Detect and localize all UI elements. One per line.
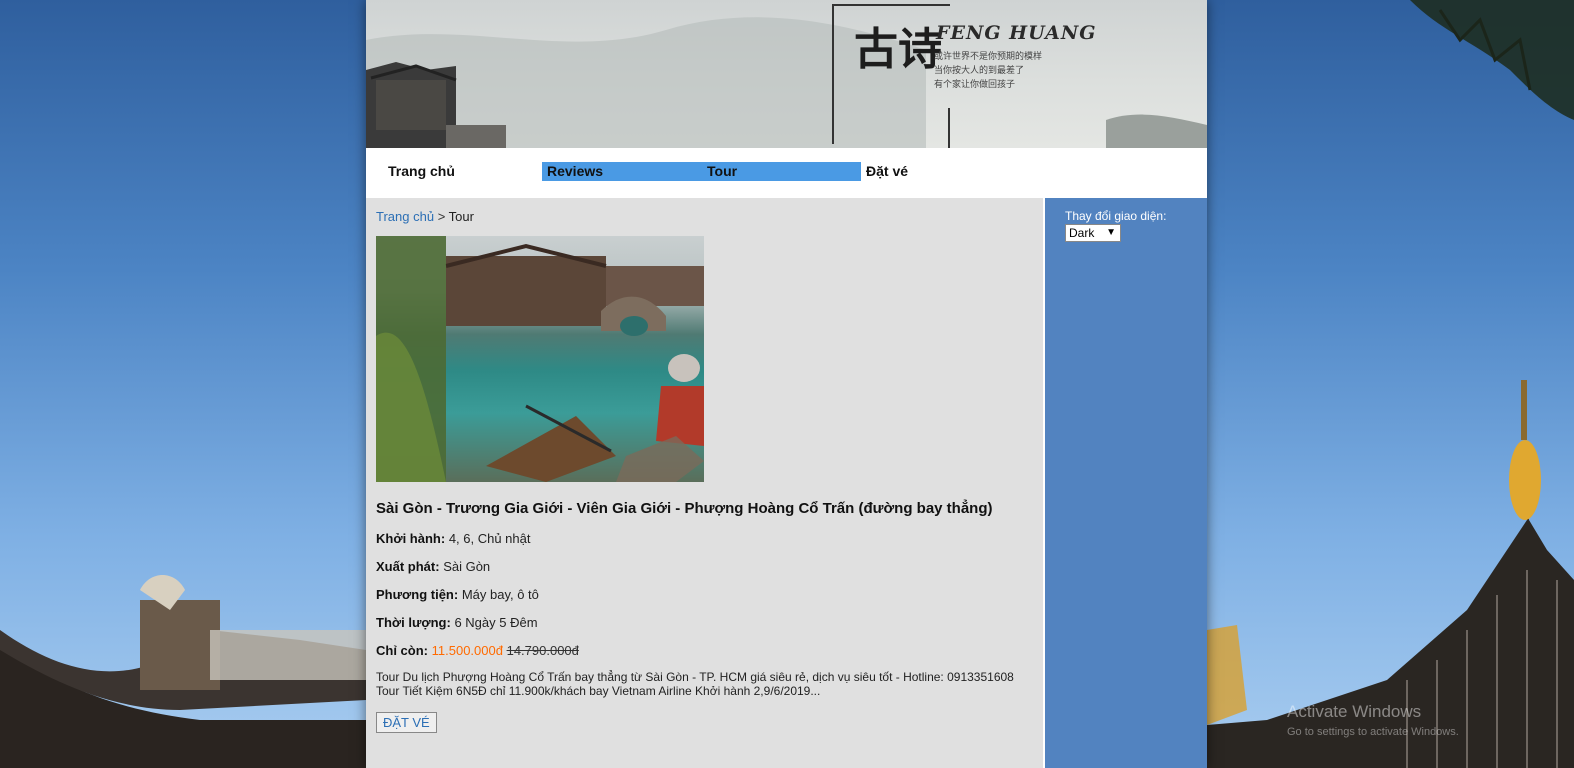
nav-item-book[interactable]: Đặt vé bbox=[861, 162, 981, 181]
left-pagoda-roof-image bbox=[0, 575, 366, 768]
main-nav: Trang chủ Reviews Tour Đặt vé bbox=[366, 148, 1207, 198]
depart-days-label: Khởi hành: bbox=[376, 531, 446, 546]
nav-item-home[interactable]: Trang chủ bbox=[383, 162, 538, 181]
sidebar: Thay đổi giao diện: Dark ▼ bbox=[1045, 198, 1207, 768]
breadcrumb-separator: > bbox=[437, 209, 446, 224]
depart-days-value: 4, 6, Chủ nhật bbox=[448, 531, 531, 546]
windows-activation-hint: Go to settings to activate Windows. bbox=[1287, 726, 1459, 738]
banner-calligraphy: 古诗 bbox=[854, 24, 942, 75]
breadcrumb: Trang chủ > Tour bbox=[376, 209, 1033, 224]
main-content: Trang chủ > Tour Sài Gòn - Trương Gia Gi… bbox=[366, 198, 1043, 768]
depart-days-row: Khởi hành: 4, 6, Chủ nhật bbox=[376, 531, 1033, 546]
nav-item-reviews[interactable]: Reviews bbox=[542, 162, 702, 181]
breadcrumb-current: Tour bbox=[448, 209, 474, 224]
tour-photo[interactable] bbox=[376, 236, 704, 482]
windows-activation-watermark: Activate Windows bbox=[1287, 702, 1422, 721]
banner-poem-line-3: 有个家让你做回孩子 bbox=[934, 80, 1016, 90]
tour-description: Tour Du lịch Phượng Hoàng Cổ Trấn bay th… bbox=[376, 670, 1014, 698]
origin-value: Sài Gòn bbox=[443, 559, 491, 574]
breadcrumb-home-link[interactable]: Trang chủ bbox=[376, 209, 434, 224]
duration-label: Thời lượng: bbox=[376, 615, 451, 630]
nav-item-tour[interactable]: Tour bbox=[702, 162, 861, 181]
tree-branches-image bbox=[1410, 0, 1574, 120]
book-button[interactable]: ĐẶT VÉ bbox=[376, 712, 437, 733]
banner-frame-decoration-2 bbox=[948, 108, 950, 148]
header-banner: 古诗 FENG HUANG 或许世界不是你预期的模样 当你按大人的到最差了 有个… bbox=[366, 0, 1207, 148]
price-label: Chỉ còn: bbox=[376, 643, 428, 658]
banner-title: FENG HUANG bbox=[936, 22, 1097, 44]
theme-label: Thay đổi giao diện: bbox=[1065, 209, 1167, 223]
banner-poem: 或许世界不是你预期的模样 当你按大人的到最差了 有个家让你做回孩子 bbox=[934, 50, 1042, 92]
origin-label: Xuất phát: bbox=[376, 559, 440, 574]
transport-label: Phương tiện: bbox=[376, 587, 459, 602]
transport-value: Máy bay, ô tô bbox=[461, 587, 539, 602]
tour-title[interactable]: Sài Gòn - Trương Gia Giới - Viên Gia Giớ… bbox=[376, 500, 1033, 517]
theme-select-value: Dark bbox=[1069, 226, 1095, 240]
price-original: 14.790.000đ bbox=[506, 643, 579, 658]
price-row: Chỉ còn: 11.500.000đ 14.790.000đ bbox=[376, 643, 1033, 658]
origin-row: Xuất phát: Sài Gòn bbox=[376, 559, 1033, 574]
tour-info: Khởi hành: 4, 6, Chủ nhật Xuất phát: Sài… bbox=[376, 531, 1033, 658]
page-container: 古诗 FENG HUANG 或许世界不是你预期的模样 当你按大人的到最差了 有个… bbox=[366, 0, 1207, 768]
dropdown-arrow-icon: ▼ bbox=[1106, 227, 1116, 238]
price-current: 11.500.000đ bbox=[431, 643, 503, 658]
theme-select[interactable]: Dark ▼ bbox=[1065, 224, 1121, 242]
duration-row: Thời lượng: 6 Ngày 5 Đêm bbox=[376, 615, 1033, 630]
banner-poem-line-1: 或许世界不是你预期的模样 bbox=[934, 52, 1043, 62]
banner-poem-line-2: 当你按大人的到最差了 bbox=[934, 66, 1025, 76]
duration-value: 6 Ngày 5 Đêm bbox=[454, 615, 538, 630]
tour-photo-illustration bbox=[376, 236, 704, 482]
transport-row: Phương tiện: Máy bay, ô tô bbox=[376, 587, 1033, 602]
